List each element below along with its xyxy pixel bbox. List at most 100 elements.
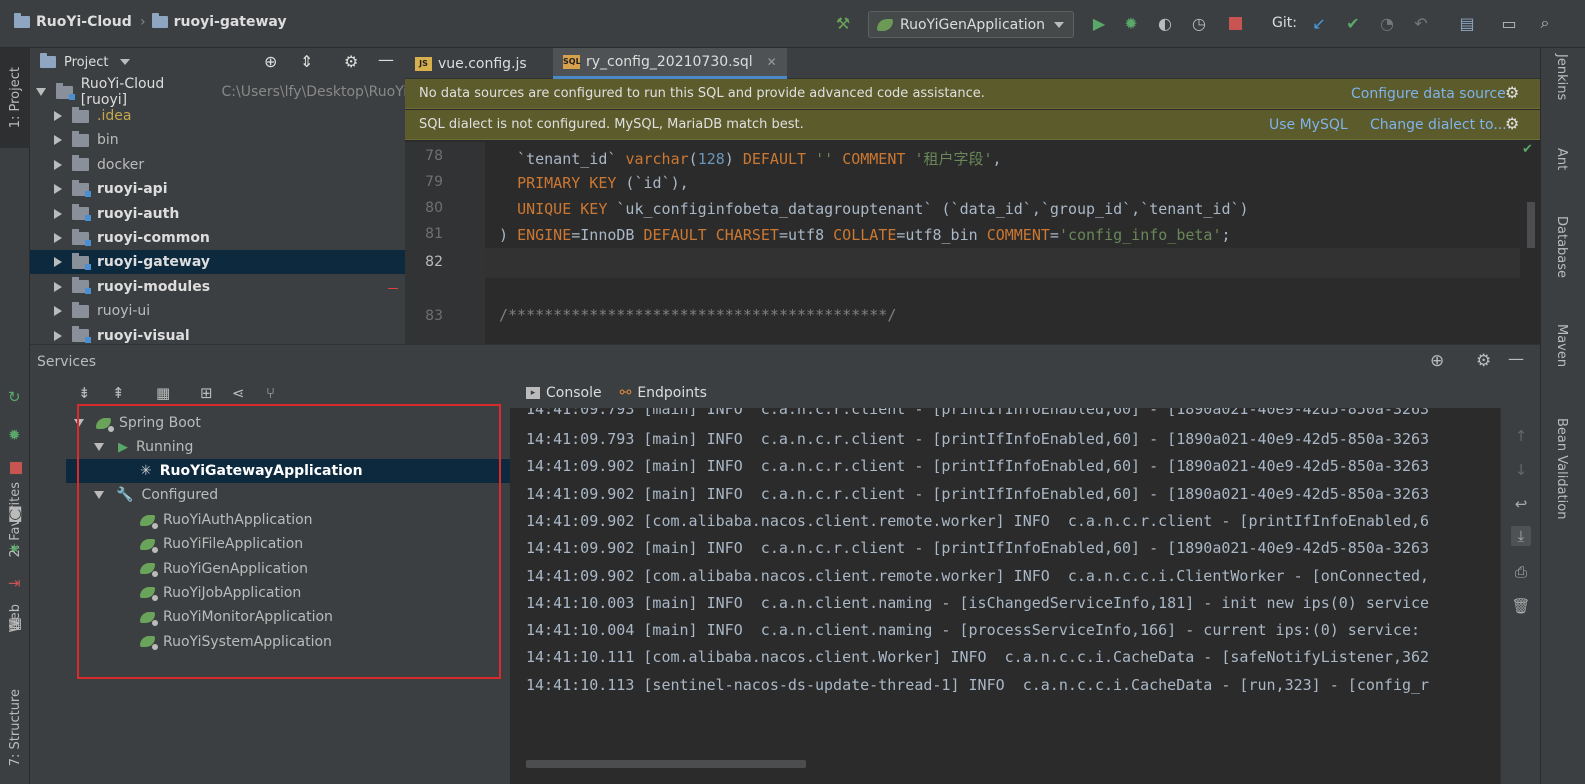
tab-structure[interactable]: 7: Structure <box>0 678 30 778</box>
console-line: 14:41:09.902 [main] INFO c.a.n.c.r.clien… <box>526 457 1430 476</box>
project-tree-item[interactable]: ruoyi-gateway <box>30 250 405 275</box>
tab-console[interactable]: ▸ Console <box>526 385 602 401</box>
project-tree-item-label: ruoyi-modules <box>97 278 211 295</box>
breadcrumb-project[interactable]: RuoYi-Cloud <box>14 13 132 30</box>
tab-project[interactable]: 1: Project <box>0 48 30 148</box>
close-icon[interactable]: ✕ <box>767 55 777 69</box>
code-line-78[interactable]: `tenant_id` varchar(128) DEFAULT '' COMM… <box>499 148 1001 169</box>
project-tree-item[interactable]: ruoyi-auth <box>30 202 405 226</box>
folder-icon <box>72 130 89 147</box>
folder-icon <box>72 106 89 123</box>
tree-icon[interactable]: ⋖ <box>232 384 245 402</box>
tab-database[interactable]: Database <box>1554 216 1569 282</box>
tab-endpoints[interactable]: ⚯ Endpoints <box>620 385 707 401</box>
project-tree-item[interactable]: bin <box>30 128 405 152</box>
project-tree-item[interactable]: ruoyi-ui <box>30 299 405 323</box>
project-tree-item[interactable]: ruoyi-common <box>30 226 405 250</box>
trash-icon[interactable]: 🗑 <box>1511 596 1531 616</box>
tab-ant[interactable]: Ant <box>1554 148 1569 174</box>
breadcrumb-module[interactable]: › ruoyi-gateway <box>140 13 287 30</box>
project-root-row[interactable]: RuoYi-Cloud [ruoyi] C:\Users\lfy\Desktop… <box>30 76 405 108</box>
project-view-label[interactable]: Project <box>64 55 108 70</box>
rerun-icon[interactable]: ↻ <box>8 388 21 406</box>
git-history-icon[interactable]: ◔ <box>1376 12 1398 34</box>
project-root-path: C:\Users\lfy\Desktop\RuoYi <box>221 84 405 100</box>
debug-service-icon[interactable]: ✹ <box>8 426 21 444</box>
console-scrollbar[interactable] <box>526 760 806 768</box>
code-line-80[interactable]: UNIQUE KEY `uk_configinfobeta_datagroupt… <box>499 200 1249 218</box>
line-number: 83 <box>425 308 443 324</box>
stop-icon[interactable] <box>1224 12 1246 34</box>
group-by-icon[interactable]: ▦ <box>156 384 170 402</box>
tab-sql-file[interactable]: SQL ry_config_20210730.sql ✕ <box>553 48 787 79</box>
editor-scrollbar[interactable] <box>1527 202 1535 248</box>
tab-maven[interactable]: Maven <box>1554 324 1569 371</box>
expand-icon <box>36 88 46 96</box>
code-line-79[interactable]: PRIMARY KEY (`id`), <box>499 174 689 192</box>
tab-maven-label: Maven <box>1554 324 1569 368</box>
arrow-up-icon[interactable]: ↑ <box>1511 426 1531 446</box>
configure-data-source-link[interactable]: Configure data source <box>1351 86 1506 102</box>
project-panel-header: Project ⊕ ⇕ ⚙ — <box>30 48 405 76</box>
gear-icon[interactable]: ⚙ <box>1505 83 1519 102</box>
soft-wrap-icon[interactable]: ↩ <box>1511 494 1531 514</box>
project-tree-item-label: ruoyi-ui <box>97 303 151 320</box>
debug-icon[interactable]: ✹ <box>1120 12 1142 34</box>
dialect-banner: SQL dialect is not configured. MySQL, Ma… <box>405 110 1540 140</box>
filter-icon[interactable]: ⑂ <box>266 384 275 402</box>
folder-icon <box>72 204 91 222</box>
project-structure-icon[interactable]: ▤ <box>1456 12 1478 34</box>
inspection-ok-icon[interactable]: ✔ <box>1522 142 1533 157</box>
search-icon[interactable]: ⌕ <box>1534 12 1556 34</box>
services-title-bar: Services ⊕ ⚙ — <box>30 344 1540 378</box>
build-hammer-icon[interactable]: ⚒ <box>832 12 854 34</box>
project-tree-item[interactable]: ruoyi-visual <box>30 324 405 344</box>
add-service-icon[interactable]: ⊞ <box>200 384 213 402</box>
project-tree-item[interactable]: docker <box>30 153 405 177</box>
expand-all-icon[interactable]: ⇟ <box>78 384 91 402</box>
use-mysql-link[interactable]: Use MySQL <box>1269 117 1348 133</box>
tab-vue-config[interactable]: JS vue.config.js <box>405 48 537 79</box>
profile-icon[interactable]: ◷ <box>1188 12 1210 34</box>
folder-icon <box>72 326 91 344</box>
locate-icon[interactable]: ⊕ <box>1430 351 1444 371</box>
git-commit-icon[interactable]: ✔ <box>1342 12 1364 34</box>
highlight-box <box>77 404 501 679</box>
hide-icon[interactable]: — <box>1508 349 1524 368</box>
code-line-81[interactable]: ) ENGINE=InnoDB DEFAULT CHARSET=utf8 COL… <box>499 226 1231 244</box>
gear-icon[interactable]: ⚙ <box>1476 351 1491 371</box>
sql-file-icon: SQL <box>563 55 581 69</box>
print-icon[interactable]: ⎙ <box>1511 562 1531 582</box>
expand-icon <box>54 281 62 292</box>
tab-favorites[interactable]: 2: Favorites <box>0 460 30 580</box>
change-dialect-link[interactable]: Change dialect to... <box>1370 117 1507 133</box>
arrow-down-icon[interactable]: ↓ <box>1511 460 1531 480</box>
console-icon: ▸ <box>526 387 540 399</box>
run-icon[interactable]: ▶ <box>1088 12 1110 34</box>
console-panel: ▸ Console ⚯ Endpoints 14:41:09.793 [main… <box>510 378 1540 784</box>
run-configuration-select[interactable]: RuoYiGenApplication <box>868 11 1074 38</box>
tab-jenkins[interactable]: Jenkins <box>1554 54 1569 104</box>
run-configuration-label: RuoYiGenApplication <box>900 16 1046 33</box>
chevron-down-icon[interactable] <box>120 59 131 65</box>
code-line-83[interactable]: /***************************************… <box>499 306 896 324</box>
scroll-marker <box>388 288 398 289</box>
gear-icon[interactable]: ⚙ <box>1505 114 1519 133</box>
git-update-icon[interactable]: ↙ <box>1308 12 1330 34</box>
expand-icon <box>54 184 62 195</box>
gear-icon[interactable]: ⚙ <box>344 52 358 71</box>
presentation-icon[interactable]: ▭ <box>1498 12 1520 34</box>
project-tree-item[interactable]: ruoyi-api <box>30 177 405 201</box>
coverage-icon[interactable]: ◐ <box>1154 12 1176 34</box>
line-number: 80 <box>425 200 443 216</box>
git-rollback-icon[interactable]: ↶ <box>1410 12 1432 34</box>
collapse-all-icon[interactable]: ⇕ <box>300 52 313 71</box>
collapse-all-icon[interactable]: ⇞ <box>112 384 125 402</box>
locate-icon[interactable]: ⊕ <box>264 52 277 71</box>
hide-icon[interactable]: — <box>378 50 394 69</box>
project-tree-item[interactable]: ruoyi-modules <box>30 275 405 299</box>
tab-bean-validation[interactable]: Bean Validation <box>1554 418 1569 523</box>
project-tree-item[interactable]: .idea <box>30 104 405 128</box>
scroll-to-end-icon[interactable]: ⤓ <box>1511 526 1531 546</box>
tab-web[interactable]: Web <box>0 588 30 648</box>
